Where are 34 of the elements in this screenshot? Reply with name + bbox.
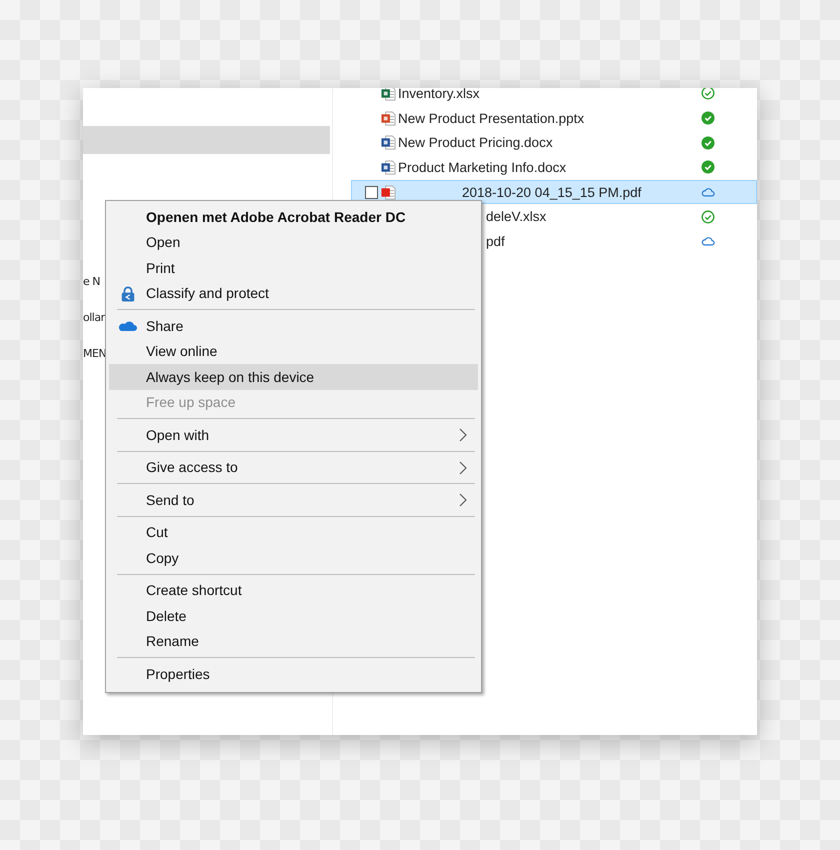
chevron-right-icon xyxy=(459,493,467,507)
chevron-right-icon xyxy=(459,460,467,474)
menu-item[interactable]: Give access to xyxy=(109,454,478,480)
file-name: New Product Presentation.pptx xyxy=(398,110,586,126)
lock-icon xyxy=(119,286,137,302)
menu-item[interactable]: Properties xyxy=(109,661,478,686)
file-row[interactable]: New Product Pricing.docx xyxy=(351,130,757,156)
file-icon xyxy=(381,110,396,126)
file-row[interactable]: New Product Presentation.pptx xyxy=(351,106,757,130)
menu-item[interactable]: Print xyxy=(109,255,478,280)
file-icon xyxy=(381,160,396,175)
menu-item[interactable]: Create shortcut xyxy=(109,578,478,603)
file-icon xyxy=(381,135,396,150)
file-name: Product Marketing Info.docx xyxy=(398,160,568,175)
menu-item[interactable]: Send to xyxy=(109,487,478,512)
menu-item[interactable]: View online xyxy=(109,338,478,364)
menu-item[interactable]: Delete xyxy=(109,603,478,628)
menu-item[interactable]: Classify and protect xyxy=(109,280,478,306)
file-row[interactable]: Inventory.xlsx xyxy=(351,88,757,106)
menu-item[interactable]: Cut xyxy=(109,520,478,545)
menu-item[interactable]: Copy xyxy=(109,545,478,570)
menu-item[interactable]: Share xyxy=(109,313,478,338)
file-name: Inventory.xlsx xyxy=(398,88,481,101)
chevron-right-icon xyxy=(459,428,467,442)
file-name: pdf xyxy=(485,234,506,249)
checkbox[interactable] xyxy=(365,186,378,199)
menu-item[interactable]: Rename xyxy=(109,628,478,654)
file-name: New Product Pricing.docx xyxy=(398,135,554,150)
file-row[interactable]: Product Marketing Info.docx xyxy=(351,155,757,180)
file-row[interactable]: 2018-10-20 04_15_15 PM.pdf xyxy=(351,180,757,204)
menu-item[interactable]: Openen met Adobe Acrobat Reader DC xyxy=(109,204,478,230)
menu-item[interactable]: Open with xyxy=(109,422,478,448)
menu-item[interactable]: Always keep on this device xyxy=(109,364,478,390)
file-name: 2018-10-20 04_15_15 PM.pdf xyxy=(461,184,642,200)
